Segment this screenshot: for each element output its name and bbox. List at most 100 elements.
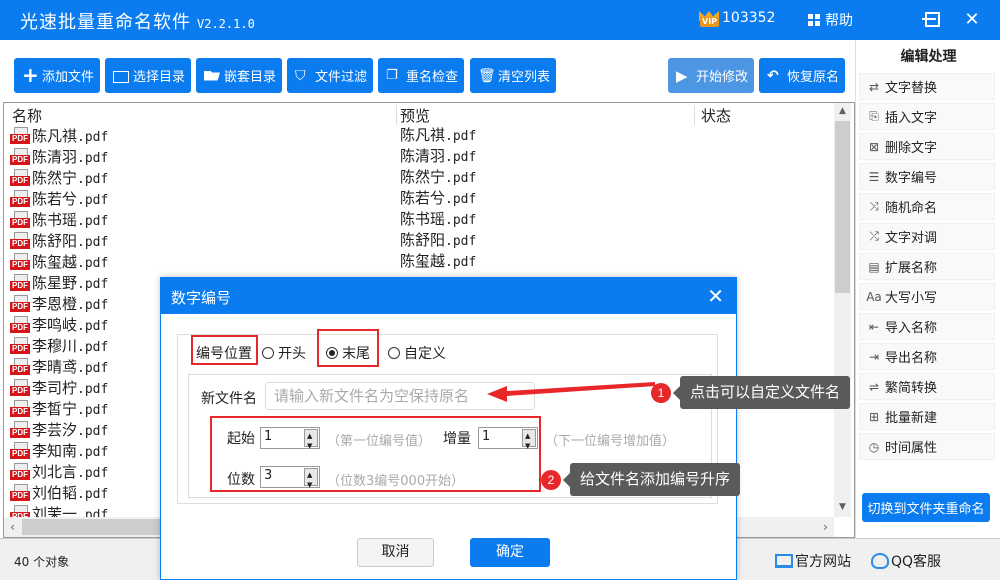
vip-id: 103352 — [722, 10, 776, 26]
annotation-tooltip-2: 给文件名添加编号升序 — [562, 463, 741, 496]
radio-indicator — [388, 347, 400, 359]
column-separator[interactable] — [694, 105, 695, 125]
start-value-stepper[interactable]: 1 — [260, 427, 320, 455]
pdf-file-icon — [10, 189, 30, 208]
file-row[interactable]: 陈然宁.pdf 陈然宁.pdf — [4, 167, 834, 188]
scroll-left-icon[interactable]: ‹ — [4, 517, 21, 537]
ok-button[interactable]: 确定 — [470, 538, 550, 567]
cancel-button[interactable]: 取消 — [357, 538, 434, 567]
swap-icon: ⤮ — [869, 229, 879, 243]
sidebar-item-case[interactable]: Aa 大写小写 — [859, 283, 995, 310]
pdf-file-icon — [10, 336, 30, 355]
scroll-down-icon[interactable]: ▼ — [834, 499, 851, 516]
sidebar-item-export[interactable]: ⇥ 导出名称 — [859, 343, 995, 370]
sidebar-item-clock[interactable]: ◷ 时间属性 — [859, 433, 995, 460]
annotation-tooltip-1: 点击可以自定义文件名 — [672, 376, 851, 409]
pdf-file-icon — [10, 315, 30, 334]
file-name-cell: 李皙宁.pdf — [10, 398, 108, 419]
sidebar-item-extension[interactable]: ▤ 扩展名称 — [859, 253, 995, 280]
extension-icon: ▤ — [868, 259, 880, 274]
scroll-up-icon[interactable]: ▲ — [834, 103, 851, 120]
column-header-preview[interactable]: 预览 — [400, 105, 430, 126]
clear-list-button[interactable]: 🗑 清空列表 — [470, 58, 556, 93]
scroll-right-icon[interactable]: › — [817, 517, 834, 537]
sidebar-item-delete-text[interactable]: ⊠ 删除文字 — [859, 133, 995, 160]
sidebar-item-insert-text[interactable]: ⎘ 插入文字 — [859, 103, 995, 130]
sidebar-item-shuffle[interactable]: ⤨ 随机命名 — [859, 193, 995, 220]
start-rename-button[interactable]: ▶ 开始修改 — [668, 58, 754, 93]
column-header-status[interactable]: 状态 — [701, 105, 731, 126]
column-header-name[interactable]: 名称 — [12, 105, 42, 126]
add-file-button[interactable]: + 添加文件 — [14, 58, 100, 93]
sidebar-item-convert[interactable]: ⇌ 繁简转换 — [859, 373, 995, 400]
sidebar-item-swap[interactable]: ⤮ 文字对调 — [859, 223, 995, 250]
pdf-file-icon — [10, 168, 30, 187]
close-button[interactable]: ✕ — [958, 6, 986, 32]
select-folder-button[interactable]: 选择目录 — [105, 58, 191, 93]
replace-icon: ⇄ — [868, 79, 880, 94]
app-title: 光速批量重命名软件 V2.2.1.0 — [20, 12, 255, 33]
position-label: 编号位置 — [196, 346, 252, 362]
play-icon: ▶ — [676, 66, 688, 85]
digits-value-stepper[interactable]: 3 — [260, 466, 320, 494]
sidebar-header: 编辑处理 — [900, 49, 957, 65]
maximize-button[interactable] — [918, 6, 946, 32]
delete-text-icon: ⊠ — [868, 139, 880, 154]
switch-to-folder-rename-button[interactable]: 切换到文件夹重命名 — [862, 493, 990, 522]
official-website-link[interactable]: 官方网站 — [775, 551, 851, 571]
shuffle-icon: ⤨ — [869, 199, 879, 213]
vertical-scrollbar[interactable]: ▲ ▼ — [834, 103, 851, 517]
new-name-label: 新文件名 — [201, 391, 257, 407]
file-row[interactable]: 陈清羽.pdf 陈清羽.pdf — [4, 146, 834, 167]
export-icon: ⇥ — [868, 349, 880, 364]
sidebar-item-new-file[interactable]: ⊞ 批量新建 — [859, 403, 995, 430]
start-hint: （第一位编号值） — [327, 434, 432, 449]
file-filter-button[interactable]: ⛉ 文件过滤 — [287, 58, 373, 93]
arrow-shape — [487, 382, 655, 402]
file-row[interactable]: 陈若兮.pdf 陈若兮.pdf — [4, 188, 834, 209]
file-row[interactable]: 陈书瑶.pdf 陈书瑶.pdf — [4, 209, 834, 230]
clock-icon: ◷ — [868, 439, 880, 454]
scrollbar-thumb[interactable] — [835, 121, 850, 293]
position-start-radio[interactable]: 开头 — [262, 343, 306, 363]
sidebar-item-replace[interactable]: ⇄ 文字替换 — [859, 73, 995, 100]
stepper-arrows-icon[interactable] — [304, 427, 318, 455]
file-name-cell: 李芸汐.pdf — [10, 419, 108, 440]
position-end-radio[interactable]: 末尾 — [326, 343, 370, 363]
vip-badge[interactable]: VIP 103352 — [698, 9, 775, 27]
file-list-header: 名称 预览 状态 — [4, 103, 834, 125]
pdf-file-icon — [10, 210, 30, 229]
close-icon: ✕ — [964, 8, 980, 30]
pdf-file-icon — [10, 378, 30, 397]
duplicate-check-button[interactable]: ❐ 重名检查 — [378, 58, 464, 93]
file-preview-cell: 陈然宁.pdf — [400, 168, 477, 186]
file-name-cell: 李恩橙.pdf — [10, 293, 108, 314]
case-icon: Aa — [866, 289, 882, 304]
sidebar-item-numbering[interactable]: ☰ 数字编号 — [859, 163, 995, 190]
file-row[interactable]: 陈玺越.pdf 陈玺越.pdf — [4, 251, 834, 272]
sidebar-item-import[interactable]: ⇤ 导入名称 — [859, 313, 995, 340]
file-name-cell: 陈玺越.pdf — [10, 251, 108, 272]
file-name-cell: 陈舒阳.pdf — [10, 230, 108, 251]
nested-folder-button[interactable]: 嵌套目录 — [196, 58, 282, 93]
file-row[interactable]: 陈舒阳.pdf 陈舒阳.pdf — [4, 230, 834, 251]
file-row[interactable]: 陈凡祺.pdf 陈凡祺.pdf — [4, 125, 834, 146]
dialog-close-icon[interactable]: ✕ — [707, 284, 724, 308]
help-button[interactable]: 帮助 — [808, 10, 853, 30]
restore-name-button[interactable]: ↶ 恢复原名 — [759, 58, 845, 93]
stepper-arrows-icon[interactable] — [304, 466, 318, 494]
pdf-file-icon — [10, 231, 30, 250]
file-name-cell: 刘北言.pdf — [10, 461, 108, 482]
increment-value-stepper[interactable]: 1 — [478, 427, 538, 455]
stepper-arrows-icon[interactable] — [522, 427, 536, 455]
annotation-badge-1: 1 — [651, 383, 671, 403]
file-name-cell: 陈若兮.pdf — [10, 188, 108, 209]
qq-support-link[interactable]: QQ客服 — [871, 551, 941, 571]
trash-icon: 🗑 — [478, 67, 496, 84]
position-custom-radio[interactable]: 自定义 — [388, 343, 446, 363]
pdf-file-icon — [10, 273, 30, 292]
annotation-arrow — [487, 382, 655, 402]
digits-label: 位数 — [227, 472, 255, 488]
file-preview-cell: 陈书瑶.pdf — [400, 210, 477, 228]
column-separator[interactable] — [396, 105, 397, 125]
